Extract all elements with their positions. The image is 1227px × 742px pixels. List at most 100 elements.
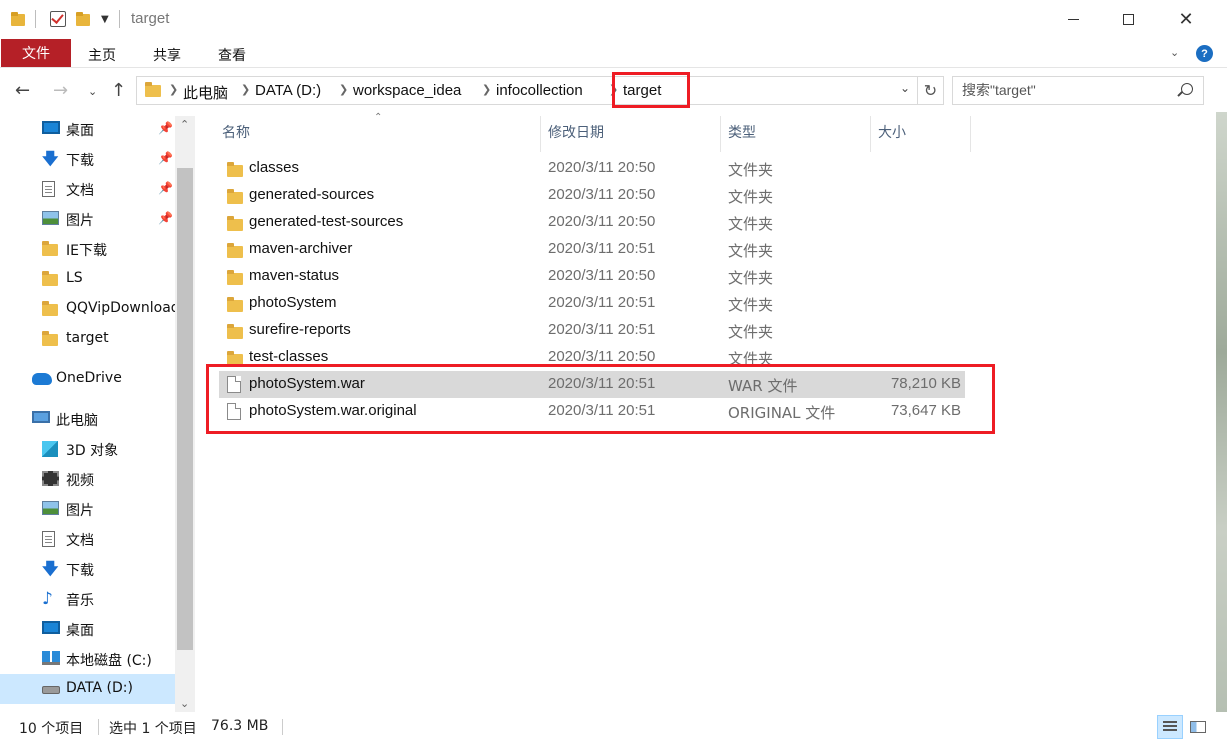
column-header-name[interactable]: 名称: [222, 122, 250, 142]
recent-locations-chevron-icon[interactable]: ⌄: [88, 85, 97, 98]
file-date: 2020/3/11 20:51: [548, 240, 656, 257]
details-view-icon: [1163, 721, 1177, 733]
file-type: 文件夹: [728, 296, 774, 314]
large-icons-view-button[interactable]: [1185, 715, 1211, 739]
folder-icon: [227, 297, 243, 312]
file-row[interactable]: generated-test-sources 2020/3/11 20:50 文…: [219, 209, 965, 236]
up-arrow-icon[interactable]: ↑: [111, 80, 126, 101]
breadcrumb-separator-icon[interactable]: ❯: [169, 83, 178, 96]
nav-item-qqvipdownload[interactable]: QQVipDownload: [0, 294, 175, 324]
nav-item-ls[interactable]: LS: [0, 264, 175, 294]
divider: [98, 719, 99, 735]
file-row[interactable]: generated-sources 2020/3/11 20:50 文件夹: [219, 182, 965, 209]
pin-icon: 📌: [158, 211, 173, 225]
nav-item-label: 本地磁盘 (C:): [66, 653, 152, 669]
file-row[interactable]: maven-archiver 2020/3/11 20:51 文件夹: [219, 236, 965, 263]
properties-icon[interactable]: [50, 9, 66, 29]
scrollbar-thumb[interactable]: [177, 168, 193, 650]
file-row[interactable]: classes 2020/3/11 20:50 文件夹: [219, 155, 965, 182]
column-divider[interactable]: [720, 116, 721, 152]
nav-item-pictures-quick[interactable]: 图片 📌: [0, 204, 175, 234]
nav-item-documents-quick[interactable]: 文档 📌: [0, 174, 175, 204]
tab-home[interactable]: 主页: [88, 45, 116, 65]
drive-icon: [42, 681, 60, 697]
folder-icon: [42, 271, 60, 287]
search-icon[interactable]: [1181, 83, 1193, 95]
scroll-up-chevron-icon[interactable]: ⌃: [180, 118, 189, 131]
column-divider[interactable]: [870, 116, 871, 152]
nav-item-target[interactable]: target: [0, 324, 175, 354]
search-box[interactable]: [952, 76, 1204, 105]
nav-item-label: 图片: [66, 213, 94, 229]
nav-item-downloads[interactable]: 🡇 下载: [0, 554, 175, 584]
column-divider[interactable]: [970, 116, 971, 152]
nav-item-pictures[interactable]: 图片: [0, 494, 175, 524]
refresh-button[interactable]: ↻: [918, 76, 944, 105]
desktop-icon: [42, 121, 60, 137]
breadcrumb-separator-icon[interactable]: ❯: [241, 83, 250, 96]
breadcrumb-this-pc[interactable]: 此电脑: [183, 82, 228, 103]
nav-item-label: IE下载: [66, 243, 107, 259]
file-row[interactable]: test-classes 2020/3/11 20:50 文件夹: [219, 344, 965, 371]
folder-icon[interactable]: [11, 9, 25, 29]
file-row-selected[interactable]: photoSystem.war 2020/3/11 20:51 WAR 文件 7…: [219, 371, 965, 398]
nav-item-label: 下载: [66, 563, 94, 579]
file-list: ⌃ 名称 修改日期 类型 大小 classes 2020/3/11 20:50 …: [200, 112, 1227, 712]
maximize-button[interactable]: [1105, 0, 1151, 38]
nav-item-onedrive[interactable]: OneDrive: [0, 364, 175, 394]
search-input[interactable]: [962, 82, 1167, 98]
nav-item-videos[interactable]: 视频: [0, 464, 175, 494]
tab-view[interactable]: 查看: [218, 45, 246, 65]
desktop-background-strip: [1216, 112, 1227, 712]
file-row[interactable]: photoSystem 2020/3/11 20:51 文件夹: [219, 290, 965, 317]
breadcrumb-separator-icon[interactable]: ❯: [482, 83, 491, 96]
nav-item-label: OneDrive: [56, 370, 122, 386]
breadcrumb-infocollection[interactable]: infocollection: [496, 82, 583, 99]
nav-item-downloads-quick[interactable]: 🡇 下载 📌: [0, 144, 175, 174]
column-header-modified[interactable]: 修改日期: [548, 122, 604, 142]
column-header-type[interactable]: 类型: [728, 122, 756, 142]
expand-ribbon-chevron-icon[interactable]: ⌄: [1170, 46, 1179, 59]
breadcrumb-data-drive[interactable]: DATA (D:): [255, 82, 321, 99]
breadcrumb-target[interactable]: target: [623, 82, 661, 99]
close-icon: ✕: [1178, 8, 1194, 30]
column-header-size[interactable]: 大小: [878, 122, 906, 142]
nav-item-music[interactable]: ♪ 音乐: [0, 584, 175, 614]
nav-item-3d-objects[interactable]: 3D 对象: [0, 434, 175, 464]
breadcrumb-workspace-idea[interactable]: workspace_idea: [353, 82, 461, 99]
breadcrumb-separator-icon[interactable]: ❯: [609, 83, 618, 96]
scroll-down-chevron-icon[interactable]: ⌄: [180, 697, 189, 710]
details-view-button[interactable]: [1157, 715, 1183, 739]
divider: [119, 10, 120, 28]
back-arrow-icon[interactable]: ←: [15, 80, 30, 101]
nav-item-local-disk-c[interactable]: 本地磁盘 (C:): [0, 644, 175, 674]
nav-item-desktop-quick[interactable]: 桌面 📌: [0, 114, 175, 144]
tab-share[interactable]: 共享: [153, 45, 181, 65]
file-row[interactable]: photoSystem.war.original 2020/3/11 20:51…: [219, 398, 965, 425]
file-row[interactable]: surefire-reports 2020/3/11 20:51 文件夹: [219, 317, 965, 344]
address-history-chevron-icon[interactable]: ⌄: [900, 81, 910, 95]
nav-item-documents[interactable]: 文档: [0, 524, 175, 554]
forward-arrow-icon[interactable]: →: [53, 80, 68, 101]
help-icon[interactable]: ?: [1196, 45, 1213, 62]
minimize-button[interactable]: [1050, 0, 1096, 38]
nav-item-desktop[interactable]: 桌面: [0, 614, 175, 644]
file-date: 2020/3/11 20:51: [548, 321, 656, 338]
new-folder-icon[interactable]: [76, 9, 90, 29]
divider: [282, 719, 283, 735]
nav-item-this-pc[interactable]: 此电脑: [0, 404, 175, 434]
nav-item-ie-downloads[interactable]: IE下载: [0, 234, 175, 264]
tab-file[interactable]: 文件: [1, 39, 71, 67]
breadcrumb-separator-icon[interactable]: ❯: [339, 83, 348, 96]
close-button[interactable]: ✕: [1163, 0, 1209, 38]
customize-toolbar-chevron-icon[interactable]: ▼: [101, 9, 109, 29]
column-divider[interactable]: [540, 116, 541, 152]
nav-item-data-d[interactable]: DATA (D:): [0, 674, 175, 704]
nav-scrollbar[interactable]: ⌃ ⌄: [175, 116, 195, 712]
pictures-icon: [42, 501, 60, 517]
file-row[interactable]: maven-status 2020/3/11 20:50 文件夹: [219, 263, 965, 290]
file-date: 2020/3/11 20:51: [548, 402, 656, 419]
address-bar[interactable]: ❯ 此电脑 ❯ DATA (D:) ❯ workspace_idea ❯ inf…: [136, 76, 918, 105]
folder-icon: [227, 162, 243, 177]
file-type: 文件夹: [728, 350, 774, 368]
